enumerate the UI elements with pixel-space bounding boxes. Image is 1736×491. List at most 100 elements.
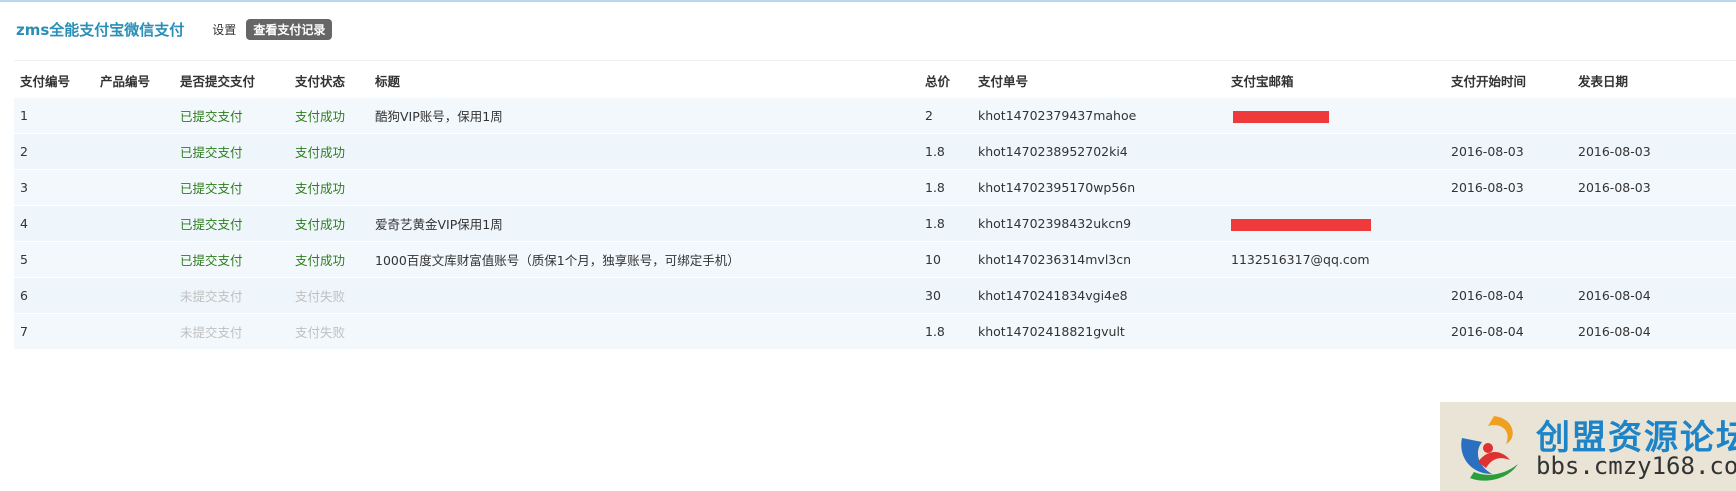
app-title[interactable]: zms全能支付宝微信支付 — [16, 19, 184, 40]
column-header-total: 总价 — [919, 64, 972, 98]
cell-title — [369, 133, 919, 170]
cell-total: 1.8 — [919, 169, 972, 206]
cell-post-date: 2016-08-04 — [1572, 313, 1736, 349]
cell-order-no: khot14702418821gvult — [972, 313, 1225, 349]
cell-title — [369, 277, 919, 314]
column-header-post-date: 发表日期 — [1572, 64, 1736, 98]
cell-order-no: khot14702398432ukcn9 — [972, 205, 1225, 242]
cell-total: 10 — [919, 241, 972, 278]
redaction-mark — [1231, 218, 1371, 231]
cell-total: 1.8 — [919, 313, 972, 349]
table-row: 4 已提交支付 支付成功 爱奇艺黄金VIP保用1周 1.8 khot147023… — [14, 205, 1736, 242]
cell-start-time — [1445, 97, 1572, 134]
cell-pay-id: 6 — [14, 277, 94, 314]
cell-pay-id: 1 — [14, 97, 94, 134]
cell-start-time: 2016-08-03 — [1445, 133, 1572, 170]
cell-title: 爱奇艺黄金VIP保用1周 — [369, 205, 919, 242]
swirl-logo-icon — [1461, 416, 1518, 481]
cell-alipay-email — [1225, 133, 1445, 170]
cell-pay-id: 5 — [14, 241, 94, 278]
cell-product-id — [94, 205, 174, 242]
cell-product-id — [94, 169, 174, 206]
table-row: 6 未提交支付 支付失败 30 khot1470241834vgi4e8 201… — [14, 277, 1736, 314]
cell-submitted: 已提交支付 — [174, 205, 289, 242]
column-header-alipay-email: 支付宝邮箱 — [1225, 64, 1445, 98]
cell-submitted: 已提交支付 — [174, 133, 289, 170]
cell-total: 1.8 — [919, 205, 972, 242]
cell-start-time: 2016-08-03 — [1445, 169, 1572, 206]
cell-pay-id: 3 — [14, 169, 94, 206]
cell-post-date — [1572, 241, 1736, 278]
cell-pay-id: 2 — [14, 133, 94, 170]
cell-status: 支付失败 — [289, 277, 369, 314]
cell-status: 支付成功 — [289, 241, 369, 278]
cell-status: 支付成功 — [289, 133, 369, 170]
header: zms全能支付宝微信支付 设置 查看支付记录 — [16, 18, 333, 40]
cell-order-no: khot1470241834vgi4e8 — [972, 277, 1225, 314]
cell-post-date — [1572, 97, 1736, 134]
column-header-status: 支付状态 — [289, 64, 369, 98]
column-header-pay-id: 支付编号 — [14, 64, 94, 98]
column-header-order-no: 支付单号 — [972, 64, 1225, 98]
cell-alipay-email — [1225, 313, 1445, 349]
cell-product-id — [94, 313, 174, 349]
cell-status: 支付成功 — [289, 205, 369, 242]
cell-total: 2 — [919, 97, 972, 134]
cell-title: 酷狗VIP账号，保用1周 — [369, 97, 919, 134]
cell-post-date: 2016-08-03 — [1572, 133, 1736, 170]
cell-title — [369, 313, 919, 349]
cell-pay-id: 7 — [14, 313, 94, 349]
redaction-mark — [1233, 110, 1329, 123]
cell-alipay-email — [1225, 169, 1445, 206]
cell-submitted: 已提交支付 — [174, 97, 289, 134]
table-row: 1 已提交支付 支付成功 酷狗VIP账号，保用1周 2 khot14702379… — [14, 97, 1736, 134]
cell-product-id — [94, 97, 174, 134]
cell-order-no: khot1470236314mvl3cn — [972, 241, 1225, 278]
column-header-title: 标题 — [369, 64, 919, 98]
table-row: 7 未提交支付 支付失败 1.8 khot14702418821gvult 20… — [14, 313, 1736, 349]
cell-post-date: 2016-08-03 — [1572, 169, 1736, 206]
cell-start-time: 2016-08-04 — [1445, 277, 1572, 314]
table-row: 3 已提交支付 支付成功 1.8 khot14702395170wp56n 20… — [14, 169, 1736, 206]
cell-alipay-email — [1225, 97, 1445, 134]
cell-order-no: khot1470238952702ki4 — [972, 133, 1225, 170]
cell-title: 1000百度文库财富值账号（质保1个月，独享账号，可绑定手机） — [369, 241, 919, 278]
payment-records-table: 支付编号 产品编号 是否提交支付 支付状态 标题 总价 支付单号 支付宝邮箱 支… — [14, 64, 1736, 349]
forum-watermark: 创盟资源论坛 bbs.cmzy168.com — [1440, 402, 1736, 491]
header-divider — [14, 60, 1736, 61]
cell-submitted: 已提交支付 — [174, 169, 289, 206]
cell-alipay-email — [1225, 277, 1445, 314]
cell-post-date: 2016-08-04 — [1572, 277, 1736, 314]
cell-submitted: 未提交支付 — [174, 313, 289, 349]
cell-submitted: 已提交支付 — [174, 241, 289, 278]
cell-order-no: khot14702395170wp56n — [972, 169, 1225, 206]
cell-order-no: khot14702379437mahoe — [972, 97, 1225, 134]
cell-product-id — [94, 133, 174, 170]
cell-alipay-email: 1132516317@qq.com — [1225, 241, 1445, 278]
cell-product-id — [94, 277, 174, 314]
cell-submitted: 未提交支付 — [174, 277, 289, 314]
cell-start-time: 2016-08-04 — [1445, 313, 1572, 349]
cell-total: 30 — [919, 277, 972, 314]
column-header-product-id: 产品编号 — [94, 64, 174, 98]
column-header-submitted: 是否提交支付 — [174, 64, 289, 98]
cell-alipay-email — [1225, 205, 1445, 242]
table-row: 2 已提交支付 支付成功 1.8 khot1470238952702ki4 20… — [14, 133, 1736, 170]
cell-title — [369, 169, 919, 206]
cell-status: 支付成功 — [289, 169, 369, 206]
top-border — [0, 0, 1736, 2]
cell-product-id — [94, 241, 174, 278]
nav-view-records-button[interactable]: 查看支付记录 — [246, 18, 333, 40]
cell-start-time — [1445, 205, 1572, 242]
cell-pay-id: 4 — [14, 205, 94, 242]
cell-start-time — [1445, 241, 1572, 278]
watermark-url: bbs.cmzy168.com — [1536, 452, 1736, 480]
table-header-row: 支付编号 产品编号 是否提交支付 支付状态 标题 总价 支付单号 支付宝邮箱 支… — [14, 64, 1736, 98]
table-row: 5 已提交支付 支付成功 1000百度文库财富值账号（质保1个月，独享账号，可绑… — [14, 241, 1736, 278]
cell-post-date — [1572, 205, 1736, 242]
column-header-start-time: 支付开始时间 — [1445, 64, 1572, 98]
cell-total: 1.8 — [919, 133, 972, 170]
cell-status: 支付失败 — [289, 313, 369, 349]
nav-settings-link[interactable]: 设置 — [212, 21, 236, 38]
cell-status: 支付成功 — [289, 97, 369, 134]
